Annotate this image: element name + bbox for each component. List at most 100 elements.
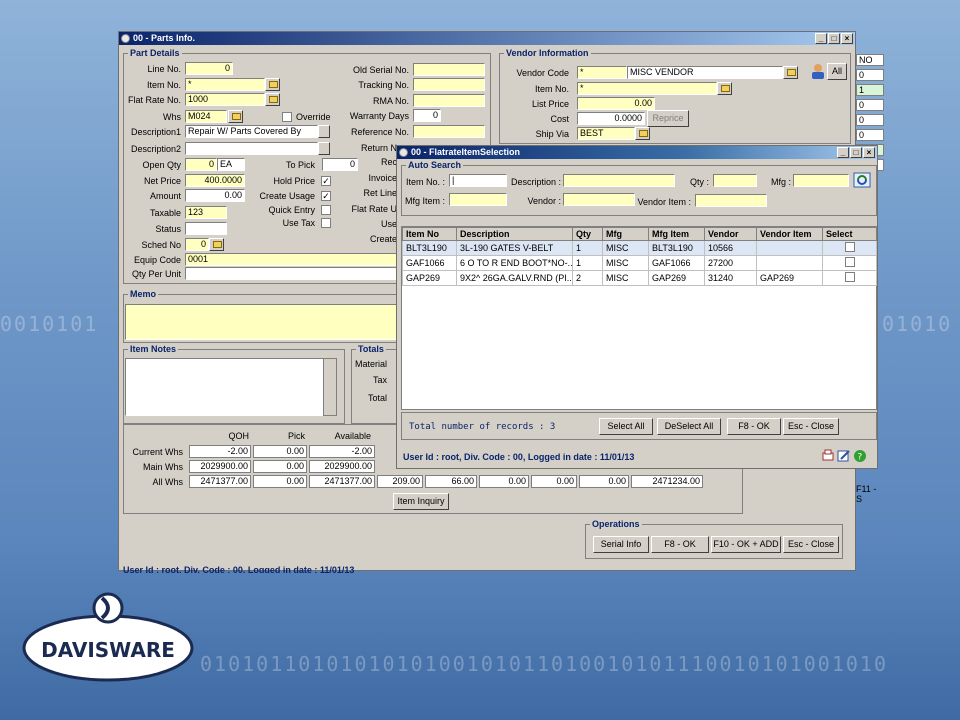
- folder-icon: [639, 130, 648, 137]
- davisware-logo: DAVISWARE: [22, 588, 200, 684]
- amount-field[interactable]: 0.00: [185, 189, 245, 202]
- help-icon[interactable]: ?: [853, 449, 867, 463]
- reference-no-field[interactable]: [413, 125, 485, 138]
- serial-info-button[interactable]: Serial Info: [593, 536, 649, 553]
- minimize-button[interactable]: _: [815, 33, 827, 44]
- print-icon[interactable]: [821, 449, 835, 463]
- search-mfg-input[interactable]: [793, 174, 849, 187]
- flat-rate-no-field[interactable]: 1000: [185, 93, 265, 106]
- cost-field[interactable]: 0.0000: [577, 112, 645, 125]
- equip-code-field[interactable]: 0001: [185, 253, 401, 266]
- status-field[interactable]: [185, 222, 227, 235]
- item-notes-field[interactable]: [125, 358, 337, 416]
- table-row[interactable]: BLT3L190 3L-190 GATES V-BELT 1 MISC BLT3…: [402, 240, 877, 256]
- item-no-field[interactable]: *: [185, 78, 265, 91]
- col-mfg[interactable]: Mfg: [602, 227, 649, 241]
- col-qty[interactable]: Qty: [572, 227, 603, 241]
- edit-icon[interactable]: [837, 449, 851, 463]
- dialog-minimize-button[interactable]: _: [837, 147, 849, 158]
- part-details-legend: Part Details: [130, 48, 180, 58]
- qty-per-unit-field[interactable]: [185, 267, 401, 280]
- item-no-lookup-button[interactable]: [265, 78, 280, 91]
- search-item-no-input[interactable]: |: [449, 174, 507, 187]
- sched-no-lookup-button[interactable]: [209, 238, 224, 251]
- reprice-button[interactable]: Reprice: [647, 110, 689, 127]
- hold-price-checkbox[interactable]: ✓: [321, 176, 331, 186]
- col-item-no[interactable]: Item No: [402, 227, 457, 241]
- item-notes-scrollbar[interactable]: [323, 358, 337, 416]
- use-tax-checkbox[interactable]: [321, 218, 331, 228]
- background-binary-text: 01010: [882, 312, 953, 336]
- select-checkbox[interactable]: [844, 272, 855, 282]
- warranty-days-field[interactable]: 0: [413, 109, 441, 122]
- description2-spin[interactable]: [318, 142, 330, 155]
- old-serial-no-field[interactable]: [413, 63, 485, 76]
- refresh-icon[interactable]: [853, 172, 871, 188]
- status-icons: ?: [821, 449, 875, 463]
- sched-no-label: Sched No: [141, 240, 181, 250]
- whs-field[interactable]: M024: [185, 110, 227, 123]
- create-usage-checkbox[interactable]: ✓: [321, 191, 331, 201]
- table-row[interactable]: GAF1066 6 O TO R END BOOT*NO-... 1 MISC …: [402, 255, 877, 271]
- flat-rate-lookup-button[interactable]: [265, 93, 280, 106]
- dialog-close-button[interactable]: ×: [863, 147, 875, 158]
- results-table: Item No Description Qty Mfg Mfg Item Ven…: [402, 227, 877, 286]
- taxable-field[interactable]: 123: [185, 206, 227, 219]
- vendor-code-field[interactable]: *: [577, 66, 627, 79]
- side-cell: NO: [856, 54, 884, 66]
- all-vendors-button[interactable]: All: [827, 63, 847, 80]
- vendor-item-lookup-button[interactable]: [717, 82, 732, 95]
- maximize-button[interactable]: □: [828, 33, 840, 44]
- flatrate-item-selection-dialog: 00 - FlatrateItemSelection _ □ × Auto Se…: [396, 145, 878, 469]
- f8-ok-button[interactable]: F8 - OK: [651, 536, 709, 553]
- whs-lookup-button[interactable]: [228, 110, 243, 123]
- folder-icon: [232, 113, 241, 120]
- status-label: Status: [155, 224, 181, 234]
- select-all-button[interactable]: Select All: [599, 418, 653, 435]
- search-qty-input[interactable]: [713, 174, 757, 187]
- search-description-input[interactable]: [563, 174, 675, 187]
- open-qty-field[interactable]: 0: [185, 158, 217, 171]
- esc-close-button[interactable]: Esc - Close: [783, 536, 839, 553]
- ship-via-field[interactable]: BEST: [577, 127, 635, 140]
- description2-field[interactable]: [185, 142, 318, 155]
- line-no-field[interactable]: 0: [185, 62, 233, 75]
- col-mfg-item[interactable]: Mfg Item: [648, 227, 705, 241]
- memo-field[interactable]: [125, 304, 399, 340]
- search-vendor-item-input[interactable]: [695, 194, 767, 207]
- f10-ok-add-button[interactable]: F10 - OK + ADD: [711, 536, 781, 553]
- search-mfg-item-input[interactable]: [449, 193, 507, 206]
- search-vendor-input[interactable]: [563, 193, 635, 206]
- select-checkbox[interactable]: [844, 242, 855, 252]
- table-row[interactable]: GAP269 9X2^ 26GA.GALV.RND (PI... 2 MISC …: [402, 270, 877, 286]
- description1-spin[interactable]: [318, 125, 330, 138]
- sched-no-field[interactable]: 0: [185, 238, 209, 251]
- dialog-esc-close-button[interactable]: Esc - Close: [783, 418, 839, 435]
- tracking-no-field[interactable]: [413, 78, 485, 91]
- net-price-field[interactable]: 400.0000: [185, 174, 245, 187]
- use-tax-label: Use Tax: [282, 218, 315, 228]
- item-inquiry-button[interactable]: Item Inquiry: [393, 493, 449, 510]
- folder-icon: [269, 96, 278, 103]
- quick-entry-checkbox[interactable]: [321, 205, 331, 215]
- col-description[interactable]: Description: [456, 227, 573, 241]
- close-button[interactable]: ×: [841, 33, 853, 44]
- open-qty-unit[interactable]: EA: [217, 158, 245, 171]
- rma-no-field[interactable]: [413, 94, 485, 107]
- dialog-f8-ok-button[interactable]: F8 - OK: [727, 418, 781, 435]
- qoh-header: QOH: [228, 431, 249, 441]
- list-price-field[interactable]: 0.00: [577, 97, 655, 110]
- dialog-maximize-button[interactable]: □: [850, 147, 862, 158]
- user-icon[interactable]: [810, 63, 826, 79]
- col-vendor[interactable]: Vendor: [704, 227, 757, 241]
- deselect-all-button[interactable]: DeSelect All: [657, 418, 721, 435]
- col-vendor-item[interactable]: Vendor Item: [756, 227, 823, 241]
- ship-via-lookup-button[interactable]: [635, 127, 650, 140]
- vendor-item-no-field[interactable]: *: [577, 82, 717, 95]
- create-usage-label: Create Usage: [259, 191, 315, 201]
- col-select[interactable]: Select: [822, 227, 877, 241]
- vendor-lookup-button[interactable]: [783, 66, 798, 79]
- select-checkbox[interactable]: [844, 257, 855, 267]
- override-checkbox[interactable]: [282, 112, 292, 122]
- description1-field[interactable]: Repair W/ Parts Covered By: [185, 125, 318, 138]
